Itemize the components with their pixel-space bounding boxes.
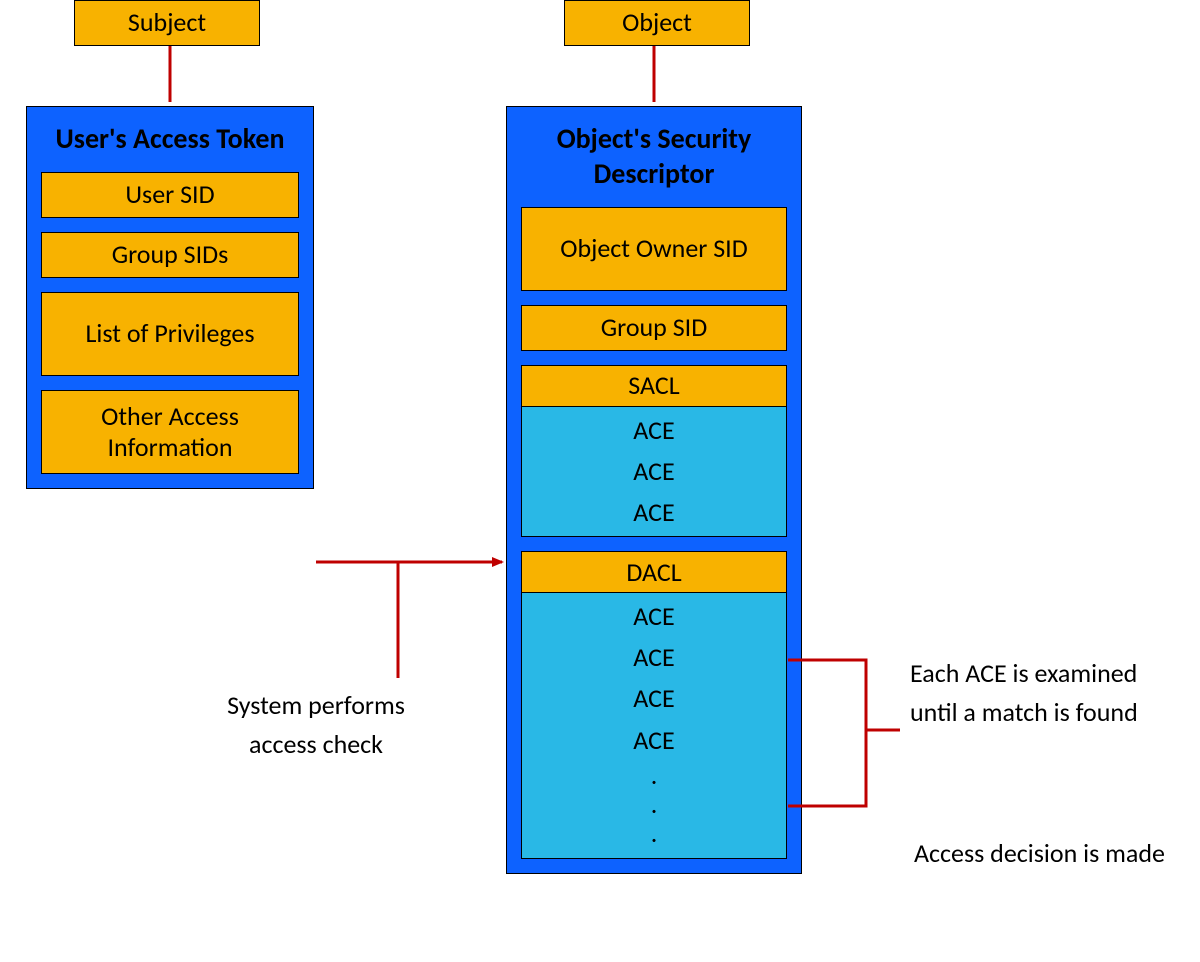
group-sid-box: Group SID [521, 305, 787, 351]
other-access-label: Other Access Information [42, 401, 298, 463]
sacl-ace: ACE [633, 454, 674, 489]
dacl-ace: . [651, 764, 658, 787]
object-label: Object [622, 7, 692, 38]
sacl-ace-list: ACE ACE ACE [521, 407, 787, 537]
user-sid-label: User SID [125, 179, 214, 210]
access-decision-annotation: Access decision is made [914, 834, 1174, 873]
sacl-label: SACL [628, 370, 679, 401]
access-token-box: User's Access Token User SID Group SIDs … [26, 106, 314, 489]
group-sid-label: Group SID [601, 312, 707, 343]
dacl-group: DACL ACE ACE ACE ACE . . . [521, 551, 787, 859]
dacl-header: DACL [521, 551, 787, 593]
dacl-ace: ACE [633, 723, 674, 758]
group-sids-box: Group SIDs [41, 232, 299, 278]
owner-sid-box: Object Owner SID [521, 207, 787, 291]
dacl-ace: ACE [633, 681, 674, 716]
access-check-annotation: System performs access check [226, 686, 406, 764]
access-token-title: User's Access Token [27, 107, 313, 172]
security-descriptor-box: Object's Security Descriptor Object Owne… [506, 106, 802, 874]
privileges-label: List of Privileges [85, 318, 254, 349]
dacl-ace: ACE [633, 640, 674, 675]
other-access-box: Other Access Information [41, 390, 299, 474]
dacl-ace: . [651, 793, 658, 816]
object-chip: Object [564, 0, 750, 46]
ace-examined-annotation: Each ACE is examined until a match is fo… [910, 654, 1190, 732]
subject-chip: Subject [74, 0, 260, 46]
sacl-header: SACL [521, 365, 787, 407]
dacl-ace: ACE [633, 599, 674, 634]
user-sid-box: User SID [41, 172, 299, 218]
dacl-ace-list: ACE ACE ACE ACE . . . [521, 593, 787, 859]
sacl-ace: ACE [633, 413, 674, 448]
sacl-ace: ACE [633, 495, 674, 530]
group-sids-label: Group SIDs [112, 239, 229, 270]
sacl-group: SACL ACE ACE ACE [521, 365, 787, 537]
security-descriptor-title: Object's Security Descriptor [507, 107, 801, 207]
dacl-ace: . [651, 822, 658, 845]
subject-label: Subject [128, 7, 206, 38]
dacl-label: DACL [626, 557, 681, 588]
privileges-box: List of Privileges [41, 292, 299, 376]
owner-sid-label: Object Owner SID [560, 233, 747, 264]
